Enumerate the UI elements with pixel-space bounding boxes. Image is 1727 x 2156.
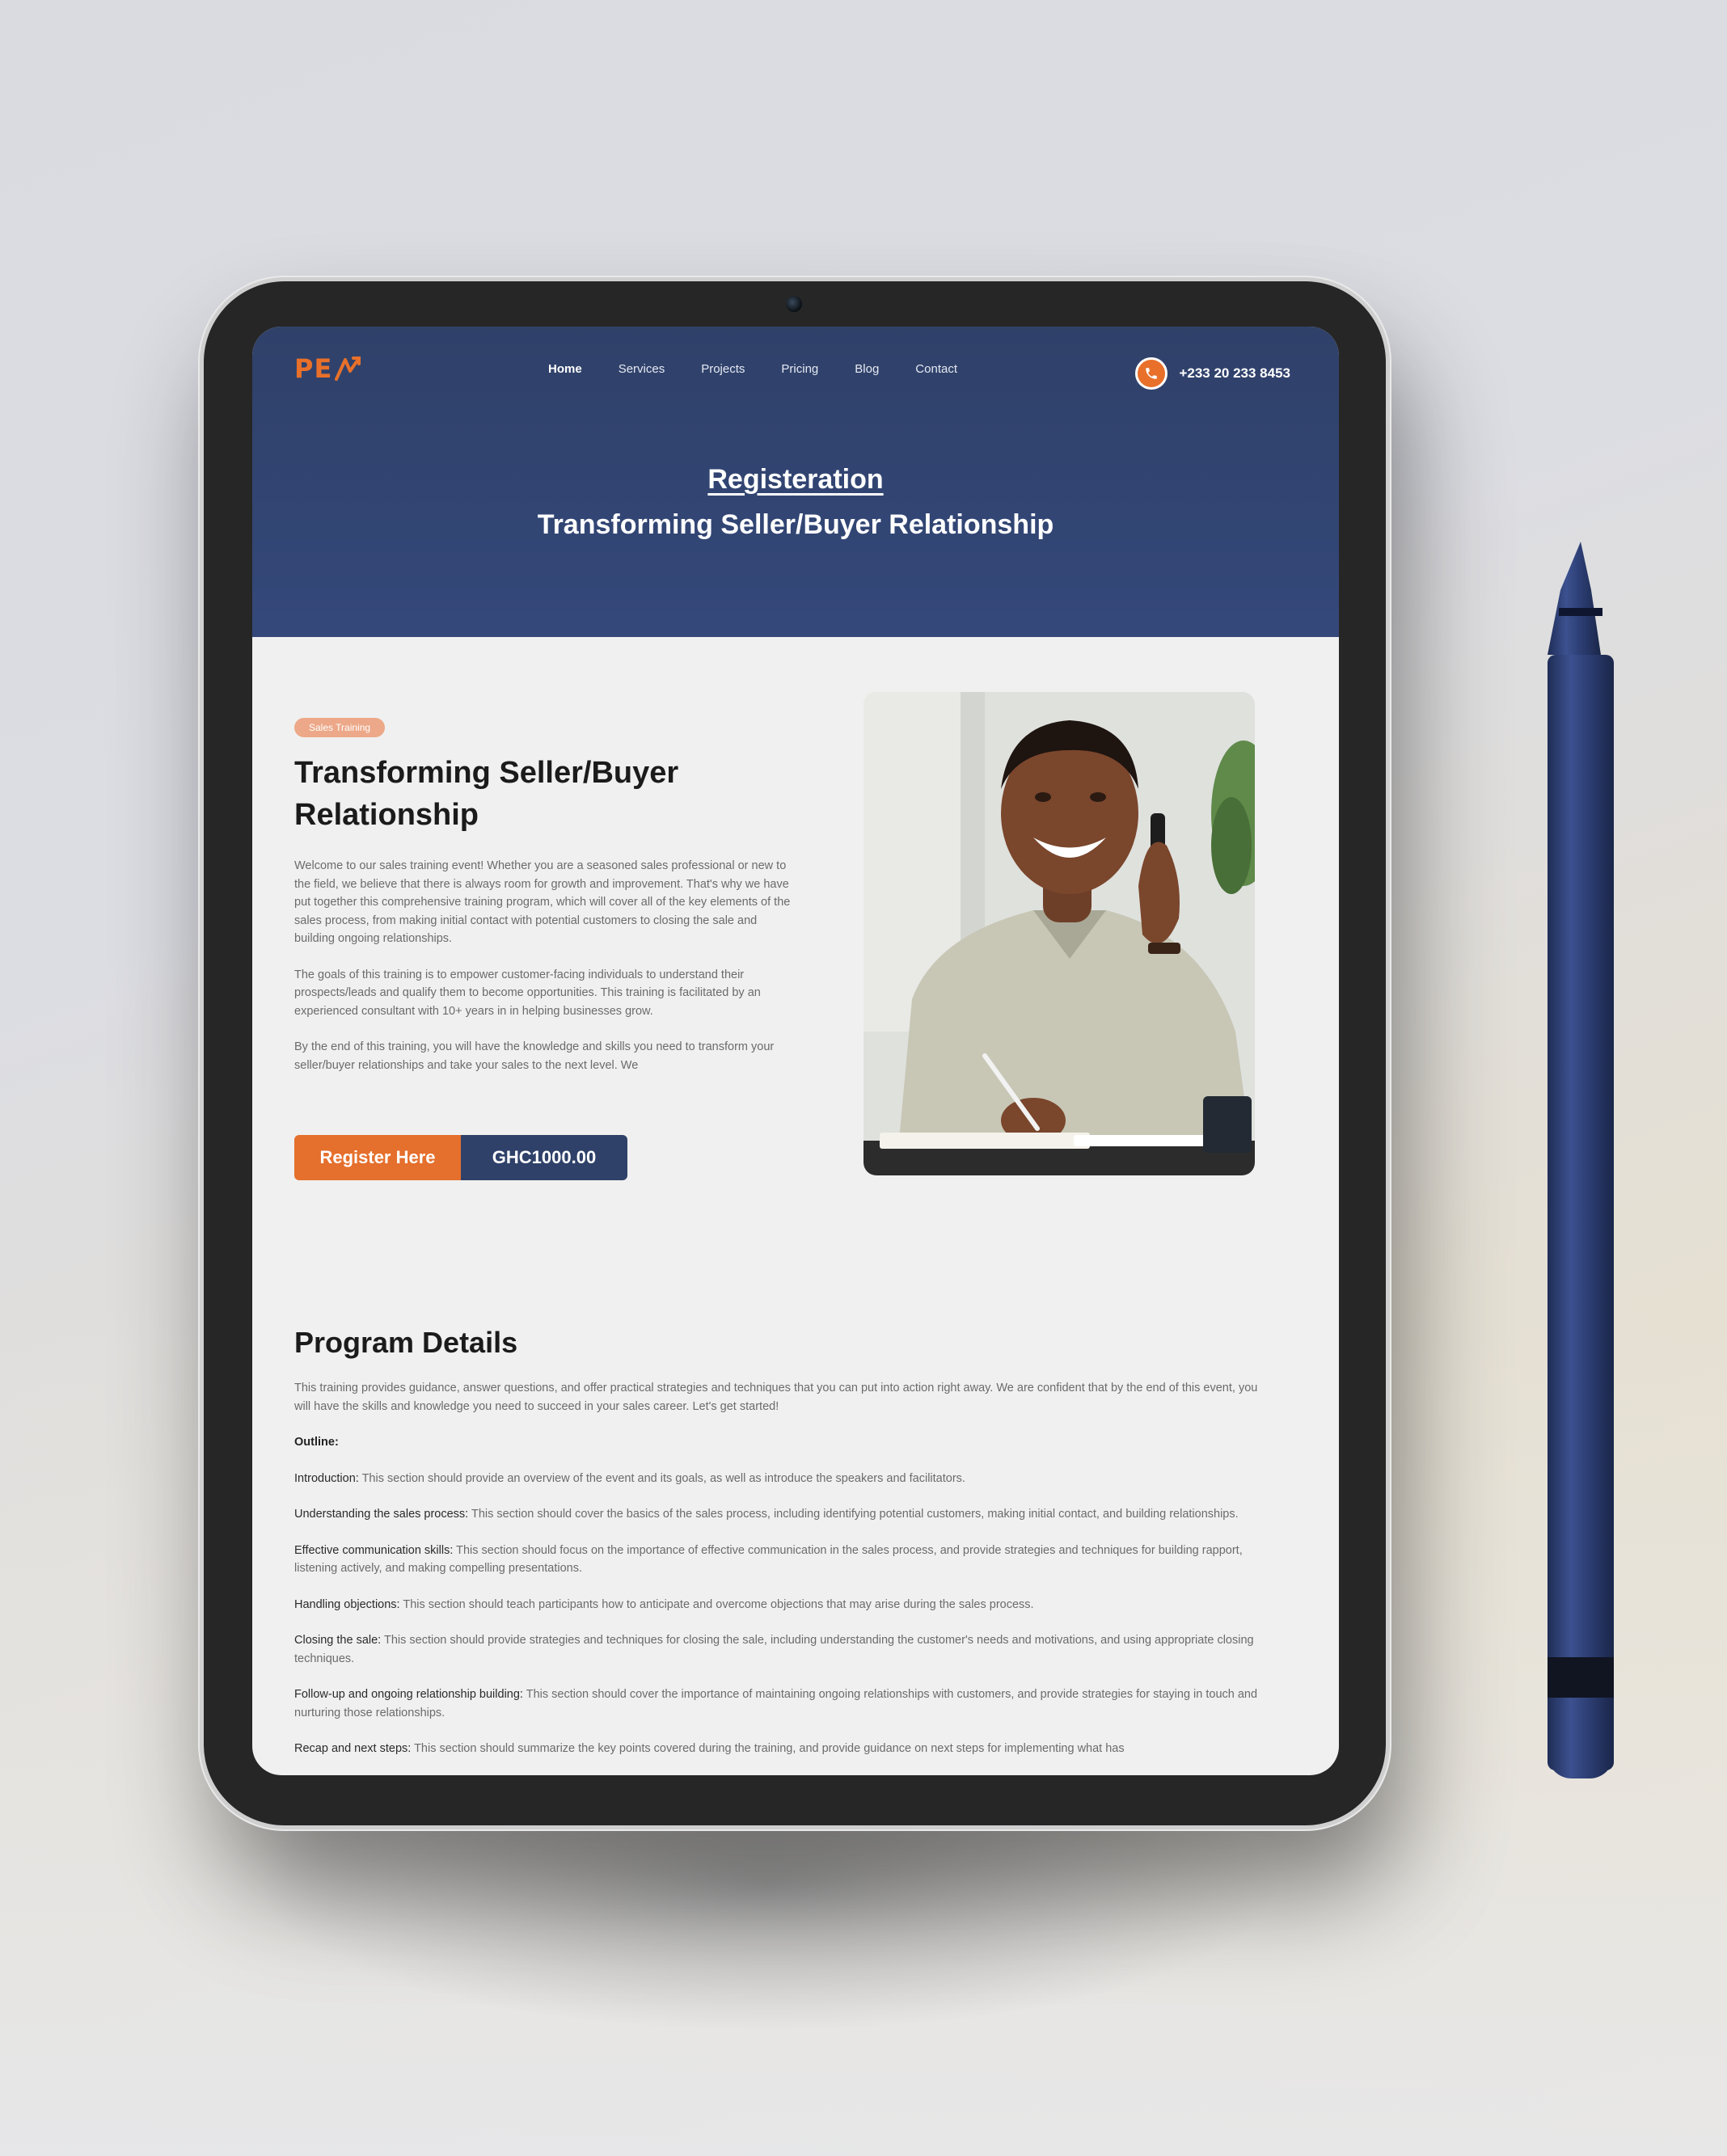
description-paragraph: Welcome to our sales training event! Whe…: [294, 859, 791, 945]
nav-projects[interactable]: Projects: [701, 362, 745, 376]
event-description: Welcome to our sales training event! Whe…: [294, 857, 797, 1092]
main-nav: Home Services Projects Pricing Blog Cont…: [548, 362, 994, 376]
outline-item-term: Understanding the sales process:: [294, 1508, 469, 1521]
phone-number: +233 20 233 8453: [1179, 365, 1290, 381]
outline-item: Follow-up and ongoing relationship build…: [294, 1686, 1261, 1722]
nav-pricing[interactable]: Pricing: [781, 362, 818, 376]
nav-contact[interactable]: Contact: [915, 362, 957, 376]
hero-title: Registeration: [707, 464, 884, 495]
logo-text: PE: [294, 353, 333, 384]
register-group: Register Here GHC1000.00: [294, 1135, 627, 1180]
outline-item-text: This section should provide an overview …: [358, 1471, 965, 1485]
outline-item-text: This section should cover the basics of …: [468, 1508, 1239, 1521]
camera-icon: [786, 296, 802, 312]
hero-subtitle: Transforming Seller/Buyer Relationship: [537, 509, 1054, 540]
outline-item-text: This section should provide strategies a…: [294, 1634, 1254, 1665]
outline-item: Recap and next steps: This section shoul…: [294, 1740, 1261, 1758]
outline-item-text: This section should summarize the key po…: [411, 1742, 1125, 1755]
outline-item-term: Introduction:: [294, 1471, 359, 1485]
register-button[interactable]: Register Here: [294, 1135, 461, 1180]
outline-item: Closing the sale: This section should pr…: [294, 1631, 1261, 1668]
screen: PE Home Services Projects Pricing Blog C…: [252, 327, 1339, 1775]
logo-arrow-icon: [335, 357, 361, 381]
outline-item: Understanding the sales process: This se…: [294, 1505, 1261, 1524]
program-details-body: This training provides guidance, answer …: [294, 1379, 1261, 1775]
price-tag: GHC1000.00: [461, 1135, 627, 1180]
outline-item: Effective communication skills: This sec…: [294, 1542, 1261, 1578]
program-intro: This training provides guidance, answer …: [294, 1382, 1258, 1413]
outline-item: Handling objections: This section should…: [294, 1596, 1261, 1614]
phone-icon: [1135, 357, 1168, 390]
outline-item: Introduction: This section should provid…: [294, 1470, 1261, 1488]
outline-label: Outline:: [294, 1436, 339, 1449]
category-badge: Sales Training: [294, 718, 386, 737]
outline-item-text: This section should teach participants h…: [399, 1597, 1034, 1611]
outline-item-term: Follow-up and ongoing relationship build…: [294, 1688, 523, 1701]
outline-item-term: Recap and next steps:: [294, 1742, 412, 1755]
outline-item-term: Handling objections:: [294, 1597, 400, 1611]
description-paragraph: The goals of this training is to empower…: [294, 968, 761, 1018]
program-details-title: Program Details: [294, 1326, 518, 1359]
tablet-device: PE Home Services Projects Pricing Blog C…: [204, 281, 1386, 1825]
man-on-phone-illustration: [864, 692, 1255, 1175]
event-photo: [864, 692, 1255, 1175]
nav-blog[interactable]: Blog: [855, 362, 879, 376]
nav-home[interactable]: Home: [548, 362, 582, 376]
outline-item-term: Closing the sale:: [294, 1634, 382, 1647]
outline-item-term: Effective communication skills:: [294, 1543, 454, 1557]
nav-services[interactable]: Services: [619, 362, 665, 376]
logo[interactable]: PE: [294, 349, 361, 388]
event-title: Transforming Seller/Buyer Relationship: [294, 756, 679, 832]
phone-contact[interactable]: +233 20 233 8453: [1135, 357, 1290, 390]
stylus-pencil: [1548, 542, 1614, 1778]
description-paragraph: By the end of this training, you will ha…: [294, 1040, 775, 1072]
